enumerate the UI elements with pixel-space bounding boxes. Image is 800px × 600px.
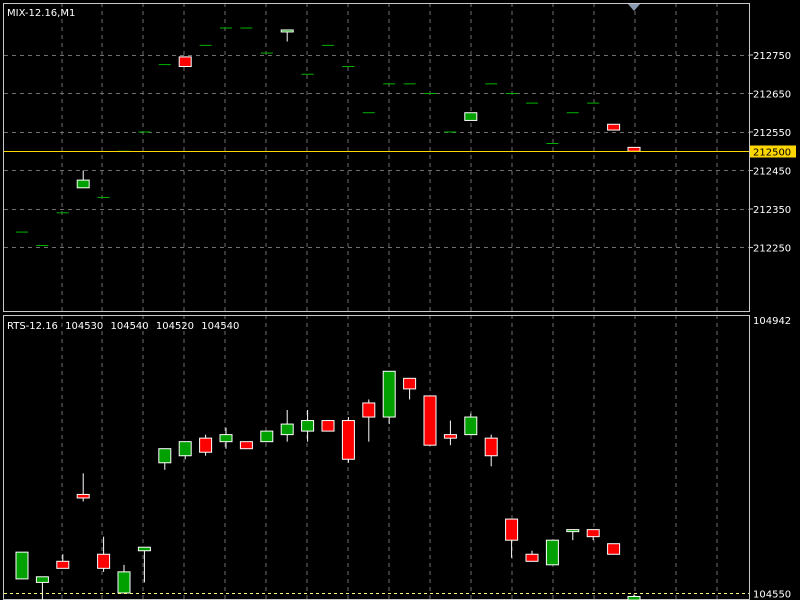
bottom-header-symbol: RTS-12.16 [7,321,58,332]
grid-lines [4,3,749,600]
level-overlays: 212500 [4,4,796,594]
rts-candle-21 [443,434,457,439]
rts-candle-20 [423,395,437,446]
bottom-panel-frame [3,315,750,600]
rts-candle-27 [566,529,580,533]
top-price-label-0: 212750 [753,51,791,62]
bottom-header-high: 104540 [110,321,148,332]
rts-candle-2 [56,560,70,569]
top-level-badge-text: 212500 [753,148,791,159]
bottom-top-label: 104942 [753,316,791,327]
mix-candle-13 [280,29,294,33]
rts-candle-18 [382,370,396,418]
rts-candle-5 [117,571,131,594]
rts-candle-0 [15,551,29,580]
panel-frames [3,3,750,600]
rts-candle-29 [607,543,621,555]
price-axis-labels: 212750 212650 212550 212450 212350 212250 1049… [749,51,791,600]
rts-candle-8 [178,441,192,457]
mix-candle-22 [464,112,478,121]
rts-candle-10 [219,434,233,443]
rts-candle-3 [76,493,90,499]
rts-candle-15 [321,420,335,432]
rts-candle-30 [627,595,641,600]
rts-candle-11 [239,441,253,450]
rts-candle-25 [525,553,539,562]
rts-candle-26 [545,539,559,566]
rts-candle-7 [158,448,172,464]
rts-candle-6 [137,546,151,552]
bottom-panel-header: RTS-12.16 104530 104540 104520 104540 [7,321,239,332]
mix-candle-3 [76,179,90,189]
mix-candle-8 [178,56,192,68]
rts-candle-23 [484,437,498,457]
top-price-label-5: 212250 [753,243,791,254]
top-panel-header: MIX-12.16,M1 [7,8,75,19]
rts-candle-13 [280,423,294,436]
rts-candle-14 [301,420,315,432]
chart-canvas: 212500 212750212650212550212450212350212… [3,3,796,600]
top-price-label-1: 212650 [753,89,791,100]
top-price-label-4: 212350 [753,205,791,216]
top-price-label-3: 212450 [753,166,791,177]
mix-candle-29 [607,123,621,131]
rts-candle-12 [260,430,274,443]
bottom-level-label: 104550 [753,590,791,600]
current-bar-marker-icon [628,4,640,11]
top-price-label-2: 212550 [753,128,791,139]
bottom-header-low: 104520 [156,321,194,332]
rts-candles [15,370,641,600]
bottom-header-close: 104540 [201,321,239,332]
rts-candle-16 [341,420,355,460]
rts-candle-22 [464,416,478,436]
rts-candle-1 [35,576,49,583]
rts-candle-19 [403,377,417,390]
rts-candle-9 [199,437,213,453]
mix-candle-30 [627,146,641,152]
mix-candles [16,27,641,247]
bottom-header-open: 104530 [65,321,103,332]
rts-candle-17 [362,402,376,418]
rts-candle-4 [97,553,111,569]
rts-candle-24 [505,518,519,541]
top-panel-frame [3,3,750,312]
rts-candle-28 [586,529,600,538]
